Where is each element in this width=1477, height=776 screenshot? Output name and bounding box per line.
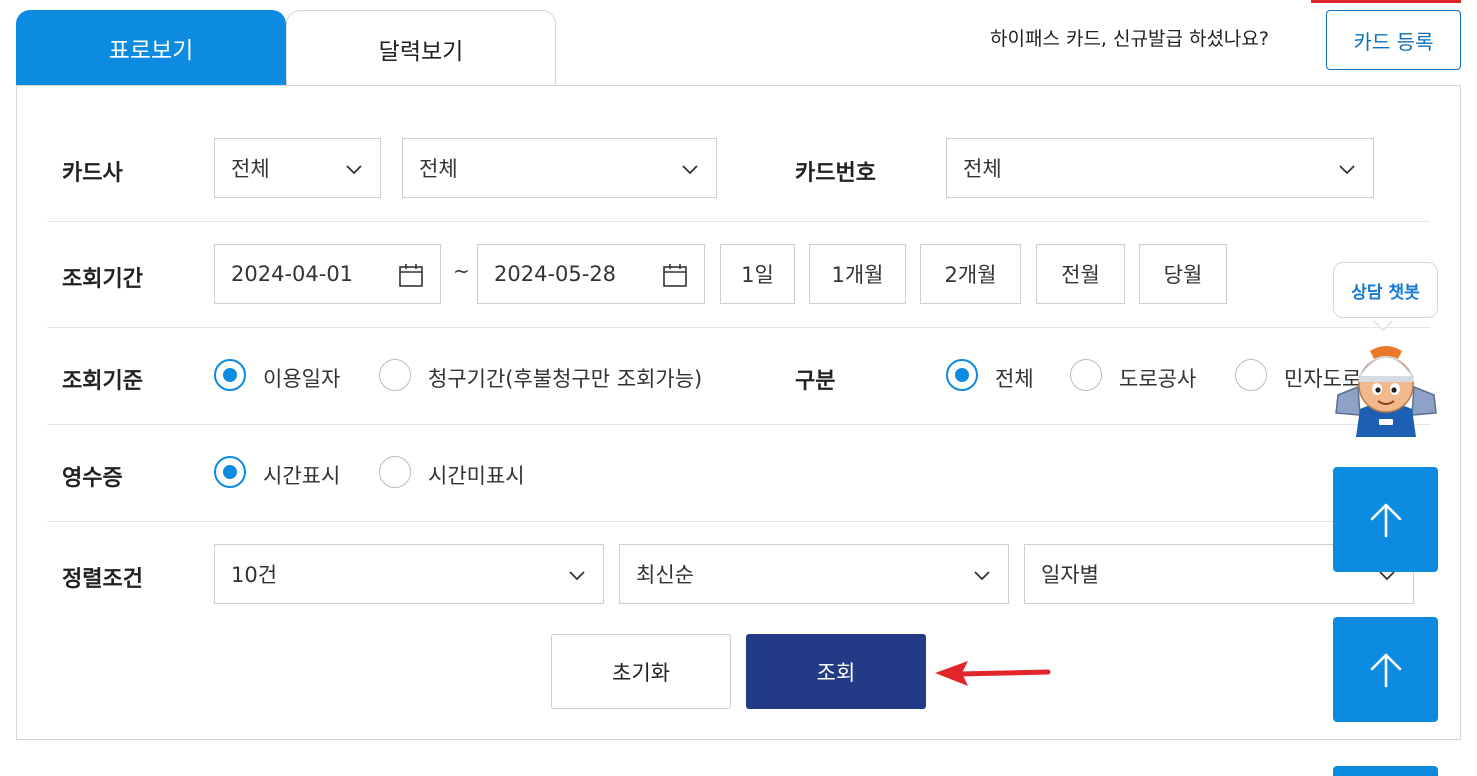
row-divider [47, 221, 1430, 222]
basis-label: 조회기준 [62, 369, 143, 394]
basis-billing-period-radio[interactable] [379, 359, 411, 391]
basis-usage-date-label: 이용일자 [263, 367, 341, 391]
promo-text: 하이패스 카드, 신규발급 하셨나요? [990, 28, 1269, 50]
receipt-show-time-label: 시간표시 [263, 464, 341, 488]
tab-calendar-view[interactable]: 달력보기 [286, 10, 556, 86]
category-road-corp-label: 도로공사 [1119, 367, 1197, 391]
card-company-select[interactable]: 전체 [214, 138, 381, 198]
arrow-up-icon [1370, 653, 1401, 687]
chevron-down-icon [974, 571, 990, 581]
calendar-icon[interactable] [662, 262, 688, 288]
mascot-icon[interactable] [1330, 335, 1442, 440]
chatbot-label: 상담 챗봇 [1351, 282, 1420, 303]
sort-label: 정렬조건 [62, 567, 143, 592]
card-number-select[interactable]: 전체 [946, 138, 1374, 198]
sort-count-value: 10건 [231, 563, 278, 587]
tab-table-view[interactable]: 표로보기 [16, 10, 286, 86]
period-last-month-button[interactable]: 전월 [1036, 244, 1125, 304]
card-number-select-value: 전체 [963, 157, 1002, 181]
reset-button[interactable]: 초기화 [551, 634, 731, 709]
chevron-down-icon [682, 165, 698, 175]
red-arrow-annotation [935, 661, 1051, 686]
top-red-accent [1311, 0, 1461, 3]
category-all-radio[interactable] [946, 359, 978, 391]
search-button[interactable]: 조회 [746, 634, 926, 709]
receipt-show-time-radio[interactable] [214, 456, 246, 488]
calendar-icon[interactable] [398, 262, 424, 288]
basis-usage-date-radio[interactable] [214, 359, 246, 391]
arrow-up-icon [1370, 503, 1401, 537]
chevron-down-icon [1339, 165, 1355, 175]
period-1month-button[interactable]: 1개월 [809, 244, 906, 304]
card-company-select-value: 전체 [231, 157, 270, 181]
end-date-value: 2024-05-28 [494, 262, 617, 286]
receipt-hide-time-label: 시간미표시 [428, 464, 525, 488]
chevron-down-icon [569, 571, 585, 581]
scroll-top-button[interactable] [1333, 617, 1438, 722]
row-divider [47, 327, 1430, 328]
date-range-separator: ~ [453, 259, 470, 283]
sort-count-select[interactable]: 10건 [214, 544, 604, 604]
start-date-value: 2024-04-01 [231, 262, 354, 286]
scroll-top-button[interactable] [1333, 467, 1438, 572]
card-register-button[interactable]: 카드 등록 [1326, 10, 1461, 70]
receipt-label: 영수증 [62, 466, 123, 491]
sort-group-value: 일자별 [1041, 563, 1099, 587]
category-road-corp-radio[interactable] [1070, 359, 1102, 391]
card-company-label: 카드사 [62, 161, 123, 186]
start-date-input[interactable]: 2024-04-01 [214, 244, 441, 304]
category-label: 구분 [795, 369, 836, 394]
card-number-label: 카드번호 [795, 161, 876, 186]
chevron-down-icon [346, 165, 362, 175]
category-private-road-radio[interactable] [1235, 359, 1267, 391]
receipt-hide-time-radio[interactable] [379, 456, 411, 488]
chatbot-button[interactable]: 상담 챗봇 [1333, 262, 1438, 318]
row-divider [47, 424, 1430, 425]
end-date-input[interactable]: 2024-05-28 [477, 244, 705, 304]
sort-order-select[interactable]: 최신순 [619, 544, 1009, 604]
period-2month-button[interactable]: 2개월 [920, 244, 1021, 304]
period-label: 조회기간 [62, 267, 143, 292]
period-1day-button[interactable]: 1일 [720, 244, 795, 304]
period-this-month-button[interactable]: 당월 [1139, 244, 1227, 304]
basis-billing-period-label: 청구기간(후불청구만 조회가능) [428, 367, 703, 391]
card-type-select-value: 전체 [419, 157, 458, 181]
row-divider [47, 521, 1430, 522]
category-all-label: 전체 [995, 367, 1034, 391]
card-type-select[interactable]: 전체 [402, 138, 717, 198]
sort-order-value: 최신순 [636, 563, 694, 587]
floating-button-partial[interactable] [1333, 766, 1438, 776]
